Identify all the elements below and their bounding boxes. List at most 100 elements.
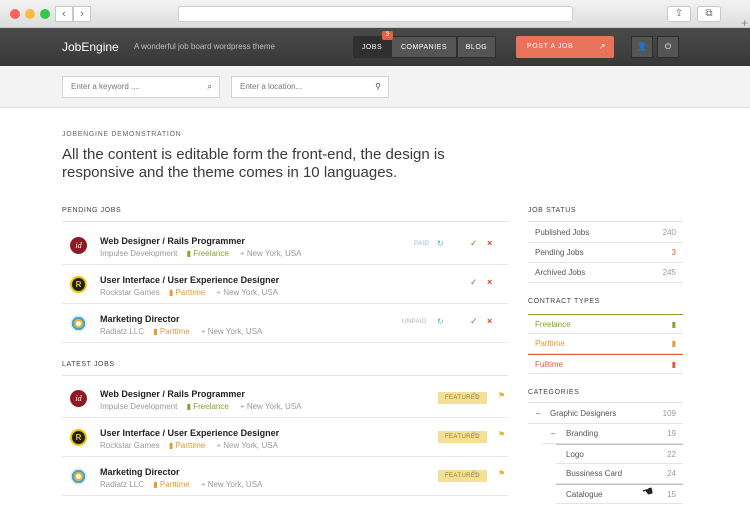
company-logo: id [70,390,87,407]
power-icon[interactable]: ⏻ [657,36,679,58]
pending-jobs-title: PENDING JOBS [62,207,122,214]
collapse-icon[interactable]: – [536,404,540,424]
edit-icon[interactable]: ✎ [472,391,479,400]
status-pending[interactable]: Pending Jobs 3 [528,243,683,263]
latest-job-row[interactable]: R User Interface / User Experience Desig… [62,419,508,457]
share-icon[interactable]: ⇧ [667,6,691,22]
close-window-dot[interactable] [10,9,20,19]
latest-job-row[interactable]: id Web Designer / Rails Programmer Impul… [62,380,508,418]
bookmark-icon: ▮ [671,320,676,329]
job-type: Parttime [175,288,206,297]
reject-icon[interactable]: × [487,316,492,326]
contract-label: Parttime [535,339,565,348]
job-meta: Rockstar Games ▮ Parttime ⌖ New York, US… [100,288,278,298]
pending-job-row[interactable]: id Web Designer / Rails Programmer Impul… [62,227,508,265]
category-logo[interactable]: Logo 22 [556,444,683,464]
approve-icon[interactable]: ✓ [470,238,478,249]
job-title[interactable]: User Interface / User Experience Designe… [100,428,279,438]
collapse-icon[interactable]: – [551,424,555,444]
payment-status: UNPAID [402,319,427,325]
site-logo[interactable]: JobEngine [62,40,119,54]
featured-badge: FEATURED [438,392,487,404]
job-title[interactable]: Marketing Director [100,467,180,477]
bookmark-icon: ▮ [153,327,158,336]
job-location: New York, USA [207,480,263,489]
user-icon[interactable]: 👤 [631,36,653,58]
pending-job-row[interactable]: Marketing Director Radiatz LLC ▮ Parttim… [62,305,508,343]
tab-blog[interactable]: BLOG [457,36,496,58]
featured-badge: FEATURED [438,470,487,482]
reject-icon[interactable]: × [487,277,492,287]
bookmark-icon: ▮ [671,360,676,369]
contract-type-fulltime[interactable]: Fulltime ▮ [528,354,683,374]
search-icon[interactable]: ⌕ [208,77,212,97]
company-name: Radiatz LLC [100,480,145,489]
reject-icon[interactable]: × [487,238,492,248]
approve-icon[interactable]: ✓ [470,277,478,288]
job-status-divider [528,221,683,222]
contract-type-parttime[interactable]: Parttime ▮ [528,334,683,354]
minimize-window-dot[interactable] [25,9,35,19]
categories-divider [528,402,683,403]
back-button[interactable]: ‹ [55,6,73,22]
category-catalogue[interactable]: Catalogue 15 [556,484,683,504]
keyword-search-input[interactable]: Enter a keyword .... ⌕ [62,76,220,98]
job-type: Freelance [193,402,229,411]
tabs-icon[interactable]: ⧉ [697,6,721,22]
bookmark-icon: ▮ [671,339,676,348]
flag-icon[interactable]: ⚑ [498,391,505,400]
status-label: Archived Jobs [535,268,586,277]
location-pin-icon: ⌖ [200,480,206,489]
tab-companies[interactable]: COMPANIES [391,36,457,58]
job-title[interactable]: Web Designer / Rails Programmer [100,389,245,399]
forward-button[interactable]: › [73,6,91,22]
job-type: Parttime [159,480,190,489]
job-meta: Radiatz LLC ▮ Parttime ⌖ New York, USA [100,480,262,490]
approve-icon[interactable]: ✓ [470,316,478,327]
job-location: New York, USA [207,327,263,336]
bookmark-icon: ▮ [153,480,158,489]
category-graphic-designers[interactable]: – Graphic Designers 109 [528,404,683,424]
refresh-icon[interactable]: ↻ [437,317,444,326]
flag-icon[interactable]: ⚑ [498,430,505,439]
job-title[interactable]: User Interface / User Experience Designe… [100,275,279,285]
category-business-card[interactable]: Bussiness Card 24 [556,464,683,484]
keyword-placeholder: Enter a keyword .... [71,82,140,91]
job-title[interactable]: Web Designer / Rails Programmer [100,236,245,246]
company-logo [70,468,87,485]
edit-icon[interactable]: ✎ [472,469,479,478]
category-branding[interactable]: – Branding 19 [542,424,683,444]
job-meta: Impulse Development ▮ Freelance ⌖ New Yo… [100,402,302,412]
category-label: Catalogue [566,490,603,499]
job-meta: Radiatz LLC ▮ Parttime ⌖ New York, USA [100,327,262,337]
flag-icon[interactable]: ⚑ [498,469,505,478]
refresh-icon[interactable]: ↻ [437,239,444,248]
job-location: New York, USA [223,288,278,297]
job-status-title: JOB STATUS [528,207,577,214]
latest-job-row[interactable]: Marketing Director Radiatz LLC ▮ Parttim… [62,458,508,496]
browser-chrome: ‹ › ⇧ ⧉ + [0,0,750,30]
status-archived[interactable]: Archived Jobs 245 [528,263,683,283]
status-count: 240 [662,228,676,237]
category-label: Graphic Designers [550,409,617,418]
job-title[interactable]: Marketing Director [100,314,180,324]
job-location: New York, USA [246,402,302,411]
post-job-label: POST A JOB [527,43,574,50]
company-name: Impulse Development [100,249,178,258]
pending-job-row[interactable]: R User Interface / User Experience Desig… [62,266,508,304]
location-pin-icon: ⚲ [375,82,381,91]
contract-type-freelance[interactable]: Freelance ▮ [528,314,683,334]
company-name: Rockstar Games [100,288,160,297]
bookmark-icon: ▮ [168,441,174,450]
address-bar[interactable] [178,6,573,22]
job-type: Parttime [175,441,206,450]
location-search-input[interactable]: Enter a location... ⚲ [231,76,389,98]
maximize-window-dot[interactable] [40,9,50,19]
status-published[interactable]: Published Jobs 240 [528,223,683,243]
latest-jobs-title: LATEST JOBS [62,361,115,368]
category-count: 22 [667,450,676,459]
location-pin-icon: ⌖ [216,441,221,450]
job-type: Freelance [193,249,229,258]
post-job-button[interactable]: POST A JOB ↗ [516,36,614,58]
edit-icon[interactable]: ✎ [472,430,479,439]
